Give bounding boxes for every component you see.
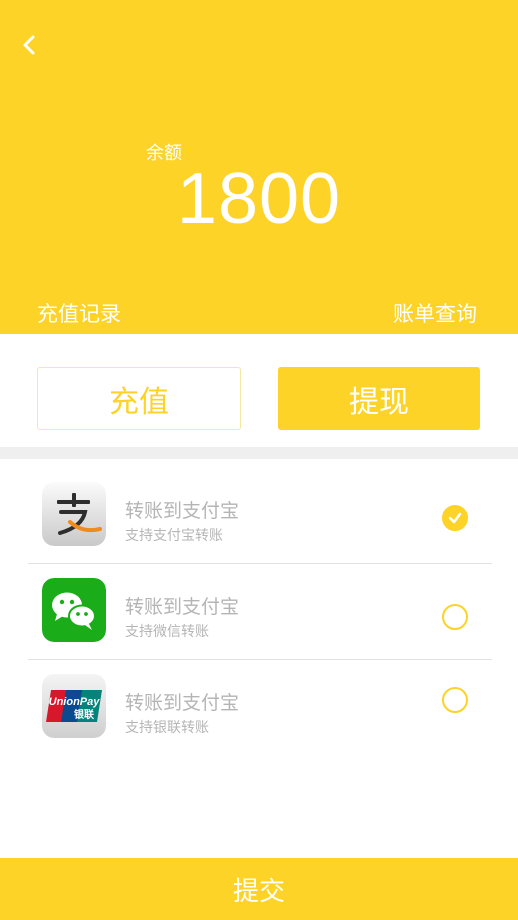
balance-header: 余额 1800 充值记录 账单查询 — [0, 0, 518, 334]
recharge-button[interactable]: 充值 — [37, 367, 241, 430]
radio-unselected[interactable] — [442, 604, 468, 630]
payment-subtitle: 支持微信转账 — [125, 624, 209, 640]
payment-title: 转账到支付宝 — [125, 500, 240, 522]
alipay-icon — [42, 482, 106, 546]
svg-text:UnionPay: UnionPay — [49, 696, 101, 708]
payment-method-alipay[interactable]: 转账到支付宝 支持支付宝转账 — [28, 468, 492, 564]
payment-method-wechat[interactable]: 转账到支付宝 支持微信转账 — [28, 564, 492, 660]
radio-unselected[interactable] — [442, 687, 468, 713]
payment-method-unionpay[interactable]: UnionPay 银联 转账到支付宝 支持银联转账 — [28, 660, 492, 756]
withdraw-button[interactable]: 提现 — [278, 367, 480, 430]
section-divider — [0, 447, 518, 459]
payment-subtitle: 支持银联转账 — [125, 720, 209, 736]
balance-value: 1800 — [176, 159, 342, 239]
svg-text:银联: 银联 — [74, 708, 94, 721]
submit-button[interactable]: 提交 — [0, 858, 518, 920]
bill-query-link[interactable]: 账单查询 — [393, 298, 477, 328]
wechat-icon — [42, 578, 106, 642]
payment-subtitle: 支持支付宝转账 — [125, 528, 223, 544]
chevron-left-icon — [23, 35, 35, 55]
unionpay-icon: UnionPay 银联 — [42, 674, 106, 738]
payment-title: 转账到支付宝 — [125, 692, 240, 714]
check-icon — [448, 512, 462, 524]
payment-title: 转账到支付宝 — [125, 596, 240, 618]
radio-selected[interactable] — [442, 505, 468, 531]
back-button[interactable] — [14, 30, 44, 60]
recharge-record-link[interactable]: 充值记录 — [37, 298, 121, 328]
